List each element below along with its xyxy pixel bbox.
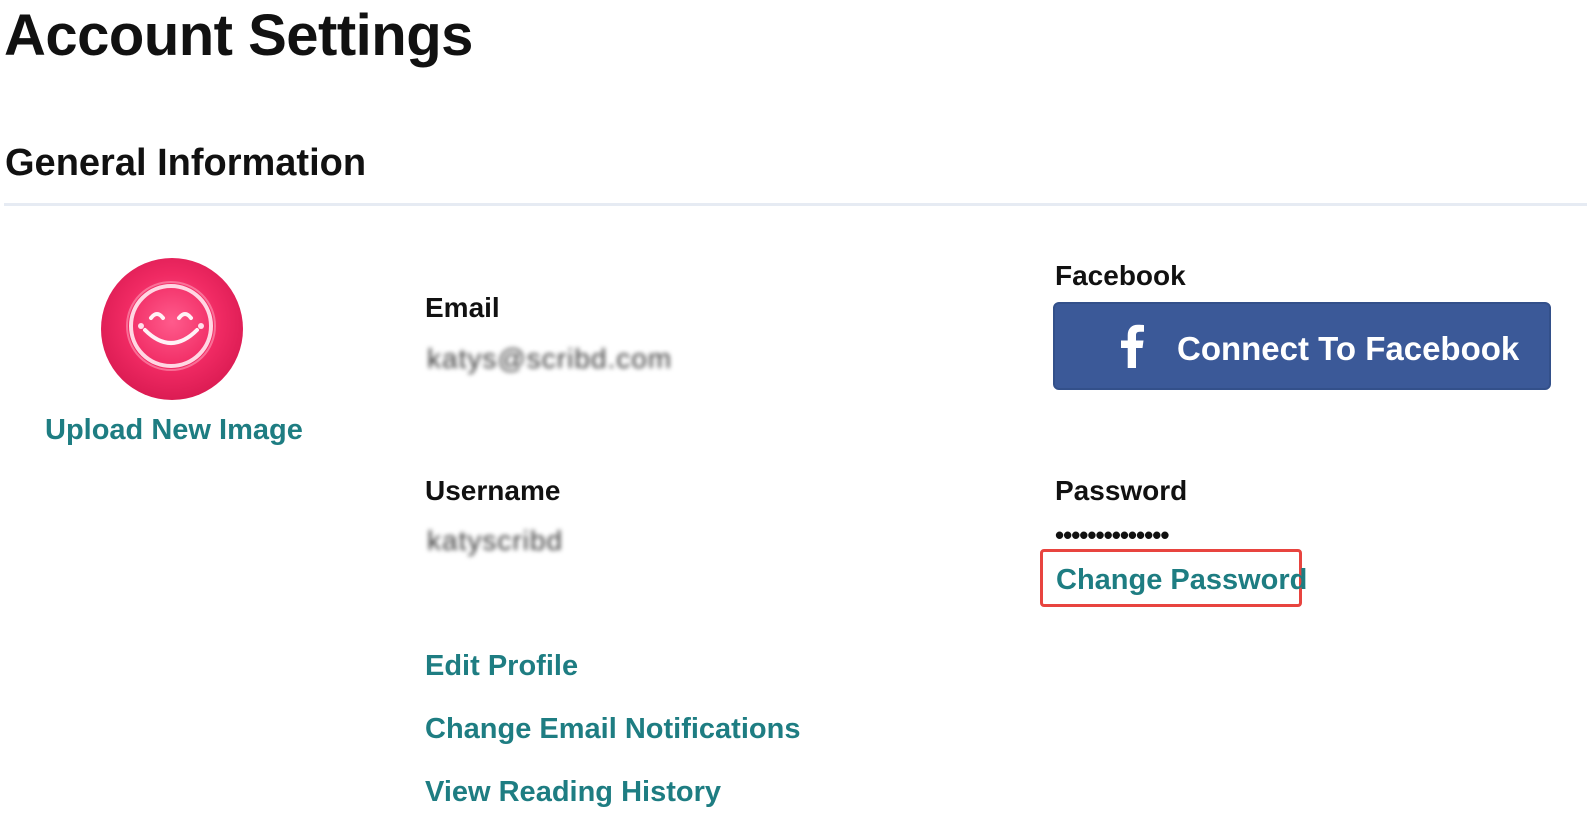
username-label: Username (425, 475, 561, 506)
facebook-f-icon (1121, 324, 1144, 368)
neon-smiley-icon (126, 281, 216, 371)
section-divider (4, 203, 1587, 206)
connect-to-facebook-label: Connect To Facebook (1177, 330, 1520, 367)
profile-avatar (101, 258, 243, 400)
change-password-link[interactable]: Change Password (1056, 562, 1307, 598)
view-reading-history-link[interactable]: View Reading History (425, 774, 721, 810)
change-email-notifications-link[interactable]: Change Email Notifications (425, 711, 800, 747)
password-label: Password (1055, 475, 1188, 506)
page-title: Account Settings (4, 3, 473, 68)
section-title-general-information: General Information (5, 142, 367, 184)
change-password-highlight-box: Change Password (1040, 549, 1307, 607)
password-masked-value: •••••••••••••• (1055, 520, 1169, 550)
username-value: katyscribd (427, 525, 564, 556)
facebook-label: Facebook (1055, 260, 1186, 291)
account-settings-page: Account Settings General Information Upl… (0, 0, 1587, 835)
connect-to-facebook-button[interactable]: Connect To Facebook (1053, 302, 1551, 390)
upload-new-image-link[interactable]: Upload New Image (45, 412, 303, 448)
edit-profile-link[interactable]: Edit Profile (425, 648, 578, 684)
email-value: katys@scribd.com (427, 343, 673, 374)
email-label: Email (425, 292, 500, 323)
